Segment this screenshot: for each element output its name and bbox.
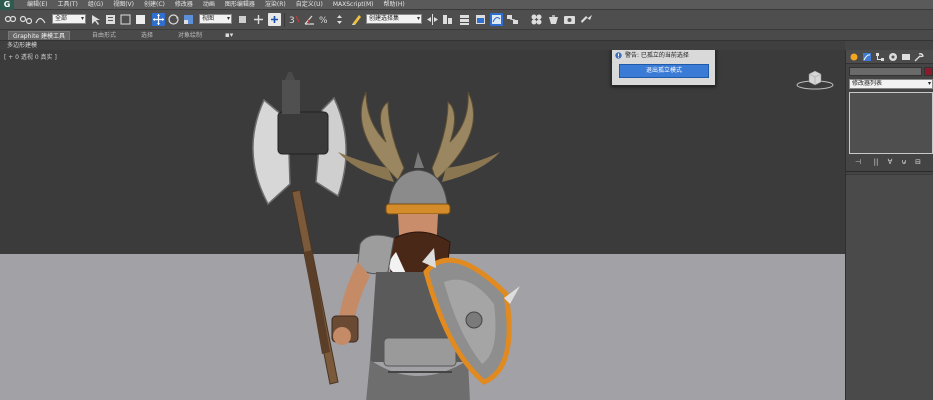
- command-panel: 修改器列表 ⊣ || ∀ ⊎ ⊟: [845, 50, 933, 400]
- toolbar-separator: [284, 13, 285, 27]
- polygon-modeling-label[interactable]: 多边形建模: [7, 41, 37, 50]
- app-logo[interactable]: G: [0, 0, 14, 10]
- exit-isolation-button[interactable]: 退出孤立模式: [619, 64, 709, 78]
- named-selection-select[interactable]: 创建选择集: [366, 14, 422, 24]
- menu-items: 编辑(E) 工具(T) 组(G) 视图(V) 创建(C) 修改器 动画 图形编辑器 渲染(R) 自…: [22, 0, 410, 10]
- remove-modifier-icon[interactable]: ⊎: [899, 157, 909, 167]
- menu-item-7[interactable]: 图形编辑器: [220, 0, 260, 10]
- unlink-icon[interactable]: [19, 13, 32, 26]
- rotate-icon[interactable]: [167, 13, 180, 26]
- manage-layers-icon[interactable]: [458, 13, 471, 26]
- menu-item-8[interactable]: 渲染(R): [260, 0, 291, 10]
- snap-3d-icon[interactable]: 3: [288, 13, 301, 26]
- keyboard-shortcut-icon[interactable]: [268, 13, 281, 26]
- tab-selection[interactable]: 选择: [137, 31, 157, 40]
- svg-text:%: %: [319, 16, 328, 26]
- menu-item-4[interactable]: 创建(C): [139, 0, 170, 10]
- menu-bar: G 编辑(E) 工具(T) 组(G) 视图(V) 创建(C) 修改器 动画 图形编辑器 渲染(R…: [0, 0, 933, 10]
- modify-tab-icon[interactable]: [862, 52, 872, 62]
- perspective-viewport[interactable]: [ + 0 透视 0 真实 ] 警告: 已孤立的当前选择 退出孤立模式: [0, 50, 845, 400]
- main-toolbar: 全部 视图 3 % 创建选择集: [0, 10, 933, 30]
- spinner-snap-icon[interactable]: [333, 13, 346, 26]
- modifier-list-select[interactable]: 修改器列表: [849, 79, 933, 89]
- graphite-toggle-icon[interactable]: [474, 13, 487, 26]
- show-end-result-icon[interactable]: ||: [871, 157, 881, 167]
- command-panel-tabs: [846, 50, 933, 64]
- schematic-view-icon[interactable]: [506, 13, 519, 26]
- curve-editor-icon[interactable]: [490, 13, 503, 26]
- rendered-frame-icon[interactable]: [563, 13, 576, 26]
- isolation-warning-dialog: 警告: 已孤立的当前选择 退出孤立模式: [611, 50, 716, 86]
- menu-item-0[interactable]: 编辑(E): [22, 0, 52, 10]
- menu-item-10[interactable]: MAXScript(M): [328, 0, 379, 10]
- object-name-field[interactable]: [849, 67, 922, 76]
- bind-spacewarp-icon[interactable]: [34, 13, 47, 26]
- ref-coord-select[interactable]: 视图: [199, 14, 232, 24]
- ribbon-options-icon[interactable]: ▪▾: [221, 31, 237, 40]
- warning-title: 警告: 已孤立的当前选择: [625, 52, 689, 59]
- tab-freeform[interactable]: 自由形式: [88, 31, 120, 40]
- svg-text:3: 3: [289, 16, 295, 26]
- panel-divider: [846, 171, 933, 172]
- utilities-tab-icon[interactable]: [914, 52, 924, 62]
- selection-filter-select[interactable]: 全部: [52, 14, 86, 24]
- select-object-icon[interactable]: [89, 13, 102, 26]
- render-setup-icon[interactable]: [547, 13, 560, 26]
- object-color-swatch[interactable]: [924, 67, 933, 76]
- pivot-center-icon[interactable]: [236, 13, 249, 26]
- make-unique-icon[interactable]: ∀: [885, 157, 895, 167]
- modifier-stack[interactable]: [849, 92, 933, 154]
- material-editor-icon[interactable]: [530, 13, 543, 26]
- create-tab-icon[interactable]: [849, 52, 859, 62]
- menu-item-2[interactable]: 组(G): [83, 0, 108, 10]
- select-manipulate-icon[interactable]: [252, 13, 265, 26]
- menu-item-6[interactable]: 动画: [198, 0, 220, 10]
- align-icon[interactable]: [441, 13, 454, 26]
- stack-tools: ⊣ || ∀ ⊎ ⊟: [849, 157, 933, 167]
- ribbon-panel-bar: 多边形建模: [0, 41, 845, 50]
- hierarchy-tab-icon[interactable]: [875, 52, 885, 62]
- link-icon[interactable]: [4, 13, 17, 26]
- motion-tab-icon[interactable]: [888, 52, 898, 62]
- tab-object-paint[interactable]: 对象绘制: [174, 31, 206, 40]
- configure-sets-icon[interactable]: ⊟: [913, 157, 923, 167]
- menu-item-1[interactable]: 工具(T): [52, 0, 82, 10]
- graphite-ribbon: Graphite 建模工具 自由形式 选择 对象绘制 ▪▾: [0, 30, 933, 41]
- viewcube-icon[interactable]: [795, 66, 835, 92]
- mirror-icon[interactable]: [426, 13, 439, 26]
- render-production-icon[interactable]: [580, 13, 593, 26]
- percent-snap-icon[interactable]: %: [318, 13, 331, 26]
- edit-named-selection-icon[interactable]: [350, 13, 363, 26]
- viewport-label[interactable]: [ + 0 透视 0 真实 ]: [4, 52, 57, 61]
- angle-snap-icon[interactable]: [303, 13, 316, 26]
- menu-item-3[interactable]: 视图(V): [108, 0, 139, 10]
- menu-item-9[interactable]: 自定义(U): [291, 0, 328, 10]
- select-by-name-icon[interactable]: [104, 13, 117, 26]
- window-crossing-icon[interactable]: [134, 13, 147, 26]
- display-tab-icon[interactable]: [901, 52, 911, 62]
- move-icon[interactable]: [152, 13, 165, 26]
- pin-stack-icon[interactable]: ⊣: [853, 157, 863, 167]
- menu-item-11[interactable]: 帮助(H): [379, 0, 410, 10]
- menu-item-5[interactable]: 修改器: [170, 0, 198, 10]
- parameters-rollout: [846, 174, 933, 400]
- tab-graphite-modeling[interactable]: Graphite 建模工具: [8, 31, 71, 40]
- dwarf-character-model[interactable]: [238, 72, 528, 400]
- rect-selection-icon[interactable]: [119, 13, 132, 26]
- scale-icon[interactable]: [182, 13, 195, 26]
